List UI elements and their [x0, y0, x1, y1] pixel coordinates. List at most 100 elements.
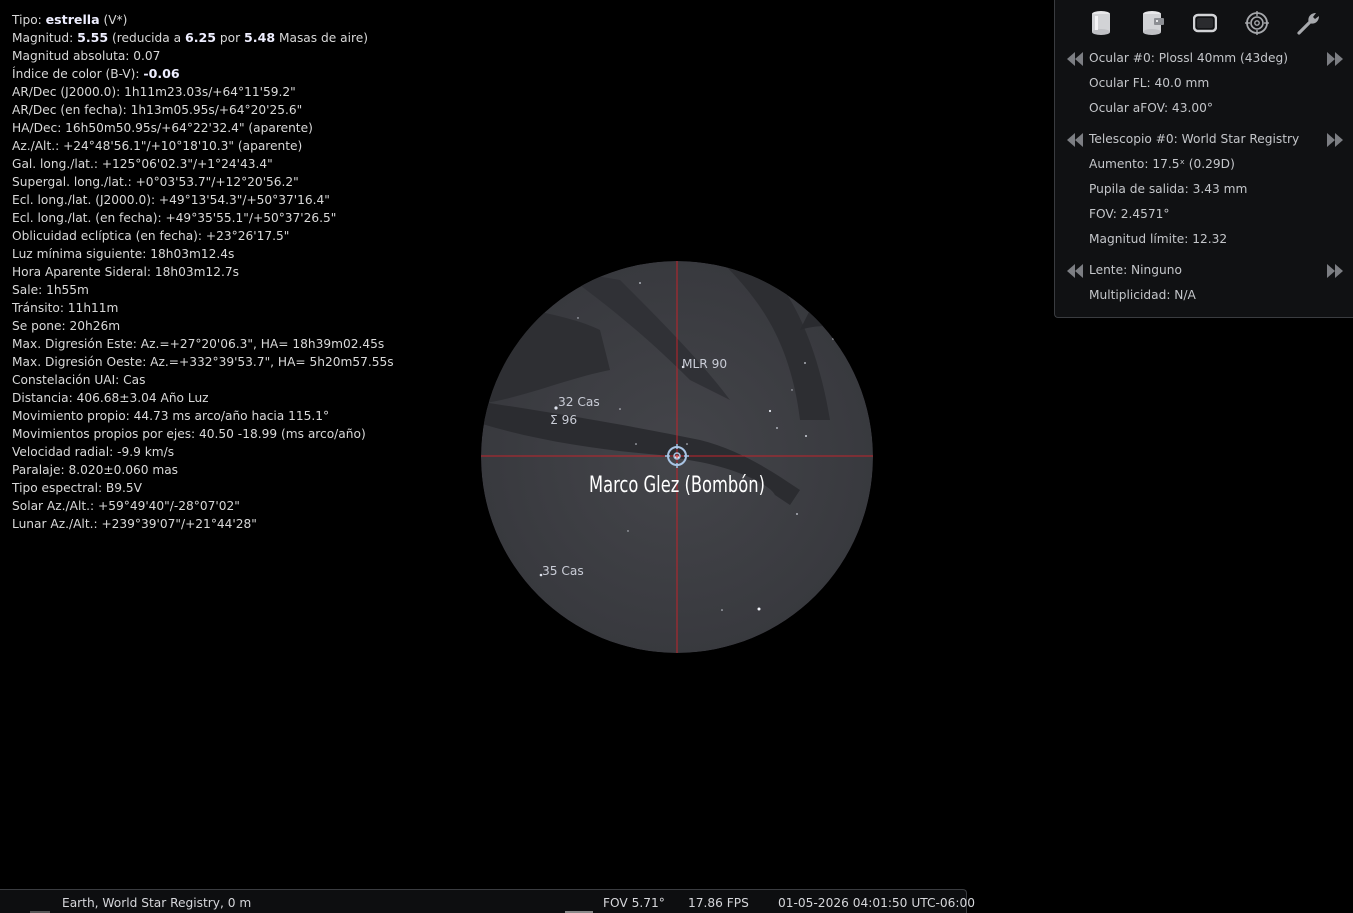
lens-multiplicity: Multiplicidad: N/A: [1089, 288, 1196, 302]
info-text: Masas de aire): [275, 31, 368, 45]
info-text: Velocidad radial: -9.9 km/s: [12, 445, 175, 459]
star: [805, 435, 807, 437]
info-line: Hora Aparente Sideral: 18h03m12.7s: [12, 263, 482, 281]
star-label-35-cas[interactable]: 35 Cas: [542, 564, 584, 578]
telescope-exit-pupil: Pupila de salida: 3.43 mm: [1089, 182, 1248, 196]
ocular-focal-length: Ocular FL: 40.0 mm: [1089, 76, 1210, 90]
info-text: Az./Alt.: +24°48'56.1"/+10°18'10.3" (apa…: [12, 139, 303, 153]
info-line: Solar Az./Alt.: +59°49'40"/-28°07'02": [12, 497, 482, 515]
info-line: Lunar Az./Alt.: +239°39'07"/+21°44'28": [12, 515, 482, 533]
status-fps: 17.86 FPS: [688, 896, 749, 910]
star: [776, 427, 778, 429]
info-text: Sale: 1h55m: [12, 283, 89, 297]
info-text: Magnitud:: [12, 31, 78, 45]
wrench-icon[interactable]: [1295, 9, 1323, 37]
star: [768, 409, 772, 413]
info-line: Tipo: estrella (V*): [12, 11, 482, 29]
next-lens-icon[interactable]: [1327, 264, 1343, 278]
lens-name: Lente: Ninguno: [1089, 263, 1182, 277]
oculars-panel: Ocular #0: Plossl 40mm (43deg) Ocular FL…: [1054, 0, 1353, 318]
info-line: Se pone: 20h26m: [12, 317, 482, 335]
info-text: Movimientos propios por ejes: 40.50 -18.…: [12, 427, 366, 441]
info-line: Movimientos propios por ejes: 40.50 -18.…: [12, 425, 482, 443]
info-line: Supergal. long./lat.: +0°03'53.7"/+12°20…: [12, 173, 482, 191]
status-datetime[interactable]: 01-05-2026 04:01:50 UTC-06:00: [778, 896, 975, 910]
info-text: Ecl. long./lat. (J2000.0): +49°13'54.3"/…: [12, 193, 330, 207]
star-label-mlr90[interactable]: MLR 90: [682, 357, 727, 371]
previous-ocular-icon[interactable]: [1067, 52, 1083, 66]
info-line: Ecl. long./lat. (J2000.0): +49°13'54.3"/…: [12, 191, 482, 209]
ocular-afov: Ocular aFOV: 43.00°: [1089, 101, 1213, 115]
info-text: Gal. long./lat.: +125°06'02.3"/+1°24'43.…: [12, 157, 273, 171]
star: [639, 282, 641, 284]
info-line: AR/Dec (en fecha): 1h13m05.95s/+64°20'25…: [12, 101, 482, 119]
object-info-panel: Tipo: estrella (V*) Magnitud: 5.55 (reduc…: [12, 11, 482, 533]
telrad-icon[interactable]: [1191, 9, 1219, 37]
info-line: Magnitud absoluta: 0.07: [12, 47, 482, 65]
info-text: AR/Dec (J2000.0): 1h11m23.03s/+64°11'59.…: [12, 85, 296, 99]
info-line: Az./Alt.: +24°48'56.1"/+10°18'10.3" (apa…: [12, 137, 482, 155]
info-text: Distancia: 406.68±3.04 Año Luz: [12, 391, 209, 405]
info-text: Movimiento propio: 44.73 ms arco/año hac…: [12, 409, 330, 423]
star: [635, 443, 637, 445]
info-line: Distancia: 406.68±3.04 Año Luz: [12, 389, 482, 407]
info-line: Oblicuidad eclíptica (en fecha): +23°26'…: [12, 227, 482, 245]
info-text: Luz mínima siguiente: 18h03m12.4s: [12, 247, 235, 261]
info-line: Sale: 1h55m: [12, 281, 482, 299]
star: [832, 338, 834, 340]
crosshair-icon[interactable]: [1243, 9, 1271, 37]
info-line: Tipo espectral: B9.5V: [12, 479, 482, 497]
info-text: Magnitud absoluta: 0.07: [12, 49, 161, 63]
info-line: Max. Digresión Este: Az.=+27°20'06.3", H…: [12, 335, 482, 353]
info-line: Paralaje: 8.020±0.060 mas: [12, 461, 482, 479]
info-text: Constelación UAI: Cas: [12, 373, 146, 387]
info-line: Movimiento propio: 44.73 ms arco/año hac…: [12, 407, 482, 425]
status-location[interactable]: Earth, World Star Registry, 0 m: [62, 896, 251, 910]
telescope-magnification: Aumento: 17.5ˣ (0.29D): [1089, 157, 1235, 171]
info-text: por: [216, 31, 245, 45]
info-line: Luz mínima siguiente: 18h03m12.4s: [12, 245, 482, 263]
info-line: Magnitud: 5.55 (reducida a 6.25 por 5.48…: [12, 29, 482, 47]
previous-telescope-icon[interactable]: [1067, 133, 1083, 147]
info-text: Tránsito: 11h11m: [12, 301, 119, 315]
star: [686, 443, 688, 445]
info-line: Ecl. long./lat. (en fecha): +49°35'55.1"…: [12, 209, 482, 227]
previous-lens-icon[interactable]: [1067, 264, 1083, 278]
star: [627, 530, 629, 532]
next-telescope-icon[interactable]: [1327, 133, 1343, 147]
info-text: Oblicuidad eclíptica (en fecha): +23°26'…: [12, 229, 290, 243]
info-text: (reducida a: [108, 31, 185, 45]
telescope-name: Telescopio #0: World Star Registry: [1089, 132, 1300, 146]
info-value-bold: 5.55: [77, 30, 109, 45]
info-line: HA/Dec: 16h50m50.95s/+64°22'32.4" (apare…: [12, 119, 482, 137]
info-line: Max. Digresión Oeste: Az.=+332°39'53.7",…: [12, 353, 482, 371]
star-label-sigma-96[interactable]: Σ 96: [550, 413, 577, 427]
info-text: Max. Digresión Oeste: Az.=+332°39'53.7",…: [12, 355, 394, 369]
info-text: (V*): [99, 13, 128, 27]
status-bar: Earth, World Star Registry, 0 m FOV 5.71…: [0, 889, 975, 913]
info-text: Hora Aparente Sideral: 18h03m12.7s: [12, 265, 239, 279]
info-line: Constelación UAI: Cas: [12, 371, 482, 389]
star-label-32-cas[interactable]: 32 Cas: [558, 395, 600, 409]
telescope-fov: FOV: 2.4571°: [1089, 207, 1170, 221]
ccd-sensor-icon[interactable]: [1139, 9, 1167, 37]
info-line: Velocidad radial: -9.9 km/s: [12, 443, 482, 461]
info-text: Lunar Az./Alt.: +239°39'07"/+21°44'28": [12, 517, 257, 531]
info-line: Tránsito: 11h11m: [12, 299, 482, 317]
star: [804, 362, 806, 364]
telescope-limit-magnitude: Magnitud límite: 12.32: [1089, 232, 1228, 246]
info-text: Supergal. long./lat.: +0°03'53.7"/+12°20…: [12, 175, 299, 189]
star: [577, 317, 579, 319]
star: [796, 513, 798, 515]
ocular-icon[interactable]: [1087, 9, 1115, 37]
info-value-bold: -0.06: [143, 66, 180, 81]
next-ocular-icon[interactable]: [1327, 52, 1343, 66]
info-text: Se pone: 20h26m: [12, 319, 121, 333]
info-text: Solar Az./Alt.: +59°49'40"/-28°07'02": [12, 499, 240, 513]
info-value-bold: estrella: [45, 12, 100, 27]
info-line: AR/Dec (J2000.0): 1h11m23.03s/+64°11'59.…: [12, 83, 482, 101]
star: [619, 408, 621, 410]
info-text: AR/Dec (en fecha): 1h13m05.95s/+64°20'25…: [12, 103, 303, 117]
star: [757, 607, 761, 611]
star: [791, 389, 793, 391]
